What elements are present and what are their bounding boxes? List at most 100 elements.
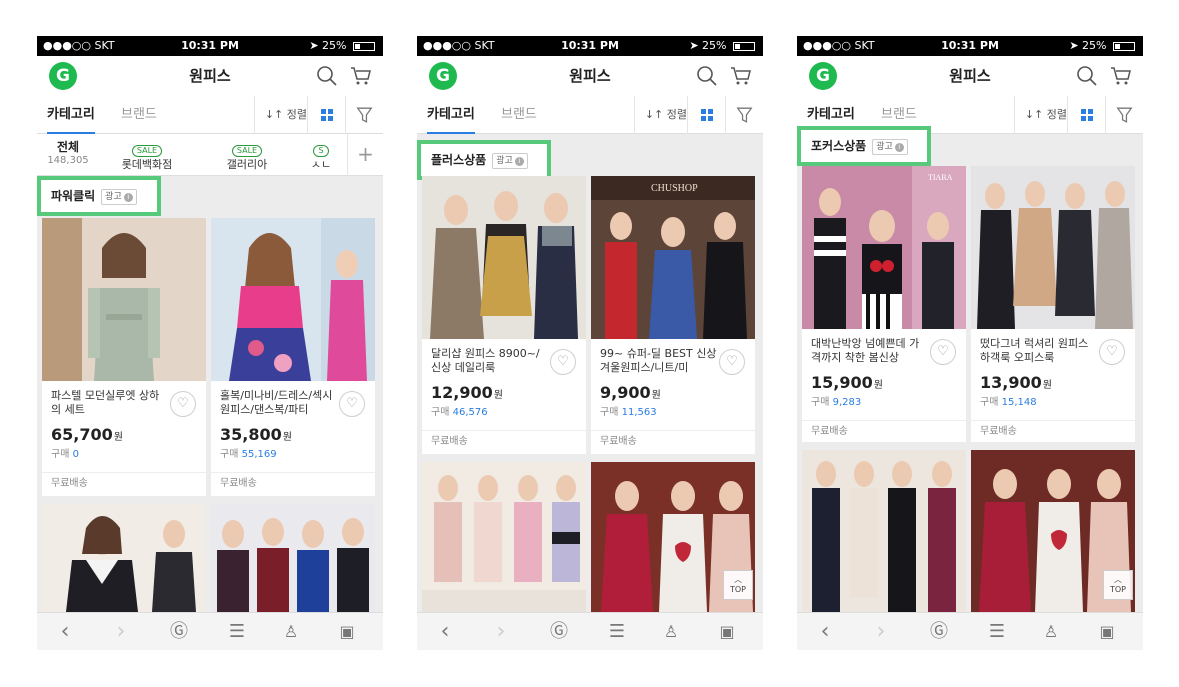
cart-icon[interactable] xyxy=(729,64,753,88)
search-icon[interactable] xyxy=(315,64,339,88)
product-photo[interactable] xyxy=(42,218,206,381)
ad-badge[interactable]: 광고 i xyxy=(101,188,137,205)
product-card[interactable]: CHUSHOP 99~ 슈퍼-딜 BEST 신상 겨울원피스/니트/미 9,90… xyxy=(591,176,755,454)
ad-badge[interactable]: 광고 i xyxy=(492,152,528,169)
home-g-icon[interactable]: Ⓖ xyxy=(539,613,579,650)
cart-icon[interactable] xyxy=(1109,64,1133,88)
product-card[interactable]: 홀복/미나비/드레스/섹시원피스/댄스복/파티 35,800원 구매 55,16… xyxy=(211,218,375,496)
product-card[interactable]: 달리샵 원피스 8900~/신상 데일리룩 12,900원 구매 46,576 … xyxy=(422,176,586,454)
product-price: 35,800원 xyxy=(220,425,292,444)
sale-badge: SALE xyxy=(131,145,163,157)
sort-icon: ↓↑ xyxy=(264,108,287,121)
sort-button[interactable]: ↓↑ 정렬 xyxy=(633,96,687,134)
cart-icon[interactable] xyxy=(349,64,373,88)
filter-icon[interactable] xyxy=(1105,96,1143,134)
back-icon[interactable]: ‹ xyxy=(805,613,845,650)
product-name: 대박난박앙 넘예쁜데 가격까지 착한 봄신상 xyxy=(811,337,920,364)
forward-icon[interactable]: › xyxy=(861,613,901,650)
purchase-count: 구매 9,283 xyxy=(811,397,862,408)
product-photo[interactable]: TIARA xyxy=(802,166,966,329)
scroll-top-button[interactable]: ︿ TOP xyxy=(1103,570,1133,600)
purchase-count: 구매 11,563 xyxy=(600,407,657,418)
heart-icon[interactable]: ♡ xyxy=(550,349,576,375)
product-card[interactable]: 파스텔 모던실루엣 상하의 세트 65,700원 구매 0 ♡ 무료배송 xyxy=(42,218,206,496)
sale-badge: S xyxy=(313,145,329,157)
tab-brand[interactable]: 브랜드 xyxy=(501,96,537,134)
heart-icon[interactable]: ♡ xyxy=(339,391,365,417)
tab-bar: 카테고리 브랜드 ↓↑ 정렬 xyxy=(37,96,383,134)
info-icon: i xyxy=(123,192,133,202)
store-partial[interactable]: S ㅅㄴ xyxy=(299,138,343,173)
recent-view-icon[interactable]: ▣ xyxy=(1087,613,1127,650)
ad-section-title: 포커스상품 xyxy=(811,139,867,153)
product-photo[interactable] xyxy=(211,218,375,381)
ad-section-label: 파워클릭 광고 i xyxy=(37,176,161,216)
grid-view-button[interactable] xyxy=(307,96,345,134)
heart-icon[interactable]: ♡ xyxy=(719,349,745,375)
purchase-count: 구매 0 xyxy=(51,449,79,460)
heart-icon[interactable]: ♡ xyxy=(170,391,196,417)
grid-view-button[interactable] xyxy=(687,96,725,134)
heart-icon[interactable]: ♡ xyxy=(930,339,956,365)
recent-view-icon[interactable]: ▣ xyxy=(327,613,367,650)
my-page-icon[interactable]: ♙ xyxy=(271,613,311,650)
menu-icon[interactable]: ☰ xyxy=(217,613,257,650)
forward-icon[interactable]: › xyxy=(101,613,141,650)
app-header: G 원피스 xyxy=(417,56,763,96)
scroll-top-button[interactable]: ︿ TOP xyxy=(723,570,753,600)
menu-icon[interactable]: ☰ xyxy=(977,613,1017,650)
product-price: 65,700원 xyxy=(51,425,123,444)
store-galleria[interactable]: SALE 갤러리아 xyxy=(207,138,287,173)
add-filter-button[interactable]: + xyxy=(347,134,383,176)
shipping-label: 무료배송 xyxy=(422,430,586,454)
filter-icon[interactable] xyxy=(725,96,763,134)
ad-badge[interactable]: 광고 i xyxy=(872,138,908,155)
product-name: 99~ 슈퍼-딜 BEST 신상 겨울원피스/니트/미 xyxy=(600,347,717,374)
grid-view-button[interactable] xyxy=(1067,96,1105,134)
forward-icon[interactable]: › xyxy=(481,613,521,650)
shipping-label: 무료배송 xyxy=(211,472,375,496)
filter-all-count: 148,305 xyxy=(47,155,89,166)
tab-brand[interactable]: 브랜드 xyxy=(121,96,157,134)
sort-button[interactable]: ↓↑ 정렬 xyxy=(253,96,307,134)
home-g-icon[interactable]: Ⓖ xyxy=(159,613,199,650)
product-photo[interactable]: CHUSHOP xyxy=(591,176,755,339)
product-photo[interactable] xyxy=(422,176,586,339)
bottom-navigation: ‹ › Ⓖ ☰ ♙ ▣ xyxy=(417,612,763,650)
status-bar: ●●●○○ SKT 10:31 PM ➤ 25% xyxy=(797,36,1143,56)
filter-all[interactable]: 전체 148,305 xyxy=(45,138,91,166)
tab-category[interactable]: 카테고리 xyxy=(427,96,475,134)
phone-screen-3: ●●●○○ SKT 10:31 PM ➤ 25% G 원피스 카테고리 브랜드 … xyxy=(797,36,1143,650)
product-photo[interactable] xyxy=(211,504,375,612)
menu-icon[interactable]: ☰ xyxy=(597,613,637,650)
my-page-icon[interactable]: ♙ xyxy=(1031,613,1071,650)
recent-view-icon[interactable]: ▣ xyxy=(707,613,747,650)
tab-category[interactable]: 카테고리 xyxy=(47,96,95,134)
product-card[interactable]: TIARA 대박난박앙 넘예쁜데 가격까지 착한 봄신상 15,900원 구매 … xyxy=(802,166,966,442)
battery-percent: 25% xyxy=(702,39,727,52)
phone-screen-2: ●●●○○ SKT 10:31 PM ➤ 25% G 원피스 카테고리 브랜드 … xyxy=(417,36,763,650)
status-bar: ●●●○○ SKT 10:31 PM ➤ 25% xyxy=(37,36,383,56)
product-photo[interactable] xyxy=(802,450,966,612)
shipping-label: 무료배송 xyxy=(802,420,966,442)
search-icon[interactable] xyxy=(695,64,719,88)
sort-label: 정렬 xyxy=(1046,108,1067,121)
sort-button[interactable]: ↓↑ 정렬 xyxy=(1013,96,1067,134)
back-icon[interactable]: ‹ xyxy=(45,613,85,650)
product-name: 홀복/미나비/드레스/섹시원피스/댄스복/파티 xyxy=(220,389,333,416)
back-icon[interactable]: ‹ xyxy=(425,613,465,650)
product-card[interactable]: 떴다그녀 럭셔리 원피스 하객룩 오피스룩 13,900원 구매 15,148 … xyxy=(971,166,1135,442)
my-page-icon[interactable]: ♙ xyxy=(651,613,691,650)
product-photo[interactable] xyxy=(971,166,1135,329)
filter-icon[interactable] xyxy=(345,96,383,134)
ad-section-title: 파워클릭 xyxy=(51,189,96,203)
search-icon[interactable] xyxy=(1075,64,1099,88)
shipping-label: 무료배송 xyxy=(591,430,755,454)
info-icon: i xyxy=(514,156,524,166)
heart-icon[interactable]: ♡ xyxy=(1099,339,1125,365)
home-g-icon[interactable]: Ⓖ xyxy=(919,613,959,650)
store-lotte[interactable]: SALE 롯데백화점 xyxy=(107,138,187,173)
bottom-navigation: ‹ › Ⓖ ☰ ♙ ▣ xyxy=(37,612,383,650)
product-photo[interactable] xyxy=(422,462,586,612)
product-photo[interactable] xyxy=(42,504,206,612)
